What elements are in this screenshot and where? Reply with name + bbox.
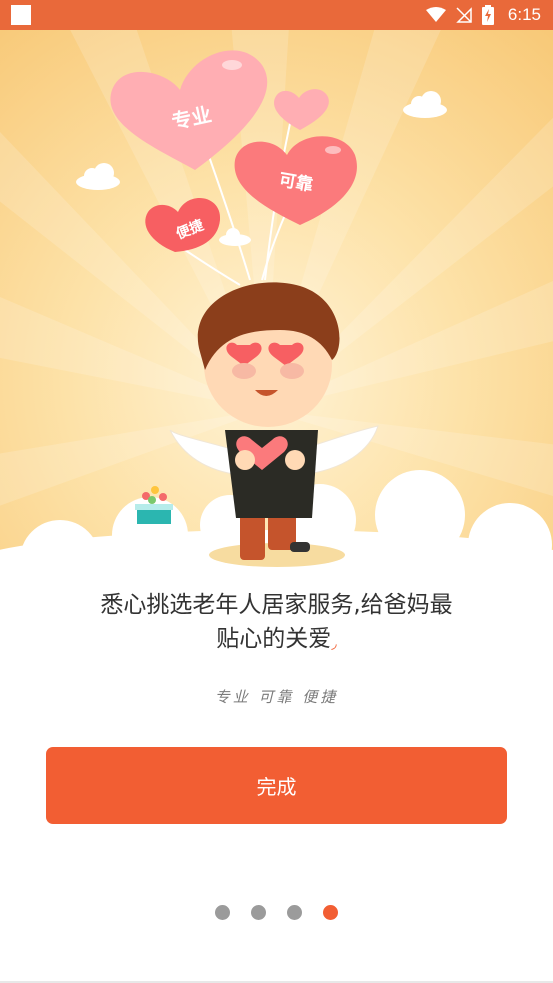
page-dot-1[interactable] <box>215 905 230 920</box>
finish-button[interactable]: 完成 <box>46 747 507 824</box>
headline-line-1: 悉心挑选老年人居家服务,给爸妈最 <box>100 592 453 618</box>
hero-illustration: 专业 可靠 便捷 <box>0 30 553 590</box>
notification-icon <box>11 5 31 25</box>
headline-mark-icon: ◞ <box>331 636 337 652</box>
no-signal-icon <box>456 7 472 23</box>
tagline: 专业 可靠 便捷 <box>214 688 339 706</box>
headline-line-2: 贴心的关爱 <box>216 626 332 652</box>
headline: 悉心挑选老年人居家服务,给爸妈最 贴心的关爱◞ <box>40 588 513 661</box>
status-bar: 6:15 <box>0 0 553 30</box>
battery-charging-icon <box>481 5 494 25</box>
page-dot-4-active[interactable] <box>323 905 338 920</box>
page-dot-3[interactable] <box>287 905 302 920</box>
onboarding-screen: 6:15 专业 可靠 便捷 悉心挑选老年人居家服务,给爸妈最 贴心的关爱◞ 专业… <box>0 0 553 983</box>
status-time: 6:15 <box>507 5 541 24</box>
page-indicator <box>0 905 553 921</box>
status-icons: 6:15 <box>425 0 541 30</box>
character-body <box>225 430 318 518</box>
wifi-icon <box>425 7 446 22</box>
page-dot-2[interactable] <box>251 905 266 920</box>
